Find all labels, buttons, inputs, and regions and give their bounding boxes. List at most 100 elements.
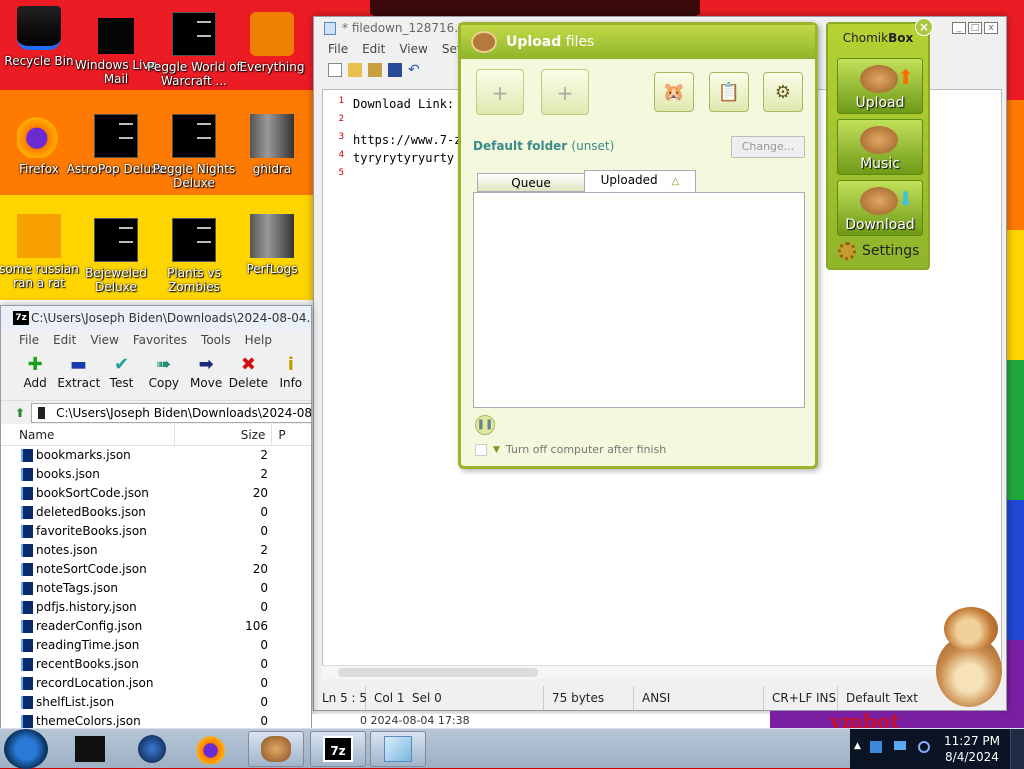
file-size: 0 [260, 676, 268, 690]
toolbar-info-button[interactable]: i Info [271, 350, 311, 400]
menu-edit[interactable]: Edit [362, 39, 385, 59]
taskbar-clock[interactable]: 11:27 PM 8/4/2024 [944, 733, 1000, 765]
close-icon[interactable]: x [984, 22, 998, 34]
add-folder-button[interactable]: + [541, 69, 589, 115]
table-row[interactable]: readingTime.json 0 [1, 636, 311, 655]
chomik-close-icon[interactable]: × [915, 18, 933, 36]
undo-icon[interactable]: ↶ [408, 63, 422, 77]
toolbar-move-button[interactable]: ➡ Move [186, 350, 226, 400]
chomik-music-button[interactable]: Music [837, 119, 923, 175]
taskbar-app-7zip[interactable]: 7z [310, 731, 366, 767]
chomik-settings[interactable]: Settings [838, 242, 919, 260]
show-desktop-button[interactable] [1010, 729, 1024, 769]
maximize-icon[interactable]: □ [968, 22, 982, 34]
pause-button[interactable]: ❚❚ [475, 415, 495, 435]
table-row[interactable]: noteTags.json 0 [1, 579, 311, 598]
network-icon[interactable] [894, 741, 906, 750]
taskbar-app-globe[interactable] [124, 731, 180, 767]
menu-file[interactable]: File [19, 330, 39, 350]
table-row[interactable]: books.json 2 [1, 465, 311, 484]
menu-edit[interactable]: Edit [53, 330, 76, 350]
7zip-titlebar[interactable]: 7z C:\Users\Joseph Biden\Downloads\2024-0… [1, 306, 311, 330]
start-button[interactable] [4, 729, 48, 769]
taskbar-app-chomikbox[interactable] [248, 731, 304, 767]
desktop-icon-label: ghidra [252, 162, 292, 176]
desktop-icon-ghidra[interactable]: ghidra [222, 114, 322, 176]
toolbar-extract-button[interactable]: ▬ Extract [57, 350, 100, 400]
table-row[interactable]: favoriteBooks.json 0 [1, 522, 311, 541]
save-icon[interactable] [388, 63, 402, 77]
7zip-menubar: File Edit View Favorites Tools Help [1, 330, 311, 350]
file-size: 0 [260, 695, 268, 709]
address-field[interactable]: C:\Users\Joseph Biden\Downloads\2024-08-… [31, 402, 311, 423]
table-row[interactable]: readerConfig.json 106 [1, 617, 311, 636]
chomik-upload-button[interactable]: ⬆ Upload [837, 58, 923, 114]
minimize-icon[interactable]: _ [952, 22, 966, 34]
table-row[interactable]: bookmarks.json 2 [1, 446, 311, 465]
game-icon [94, 218, 138, 262]
table-row[interactable]: deletedBooks.json 0 [1, 503, 311, 522]
change-folder-button[interactable]: Change... [731, 136, 805, 158]
hamster-mascot[interactable] [930, 605, 1010, 710]
info-icon: i [287, 354, 294, 375]
table-row[interactable]: shelfList.json 0 [1, 693, 311, 712]
line-number: 2 [338, 114, 344, 124]
find-icon[interactable] [368, 63, 382, 77]
menu-view[interactable]: View [90, 330, 118, 350]
table-row[interactable]: recordLocation.json 0 [1, 674, 311, 693]
tab-queue[interactable]: Queue [477, 173, 585, 192]
up-folder-icon[interactable]: ⬆ [15, 406, 25, 420]
game-icon [94, 114, 138, 158]
menu-tools[interactable]: Tools [201, 330, 231, 350]
table-row[interactable]: noteSortCode.json 20 [1, 560, 311, 579]
toolbar-test-button[interactable]: ✔ Test [101, 350, 141, 400]
table-row[interactable]: notes.json 2 [1, 541, 311, 560]
game-icon [172, 218, 216, 262]
toolbar-delete-button[interactable]: ✖ Delete [228, 350, 268, 400]
hamster-button[interactable]: 🐹 [654, 72, 694, 112]
table-row[interactable]: bookSortCode.json 20 [1, 484, 311, 503]
tray-expand-icon[interactable]: ▲ [854, 741, 866, 753]
menu-file[interactable]: File [328, 39, 348, 59]
tab-uploaded[interactable]: Uploaded △ [584, 170, 696, 192]
uploaded-list[interactable] [473, 192, 805, 408]
chomik-download-button[interactable]: ⬇ Download [837, 180, 923, 236]
add-folder-icon: + [556, 81, 574, 105]
menu-help[interactable]: Help [245, 330, 272, 350]
add-file-icon: + [491, 81, 509, 105]
horizontal-scrollbar[interactable] [322, 665, 1002, 679]
table-row[interactable]: pdfjs.history.json 0 [1, 598, 311, 617]
editor-line: tyryrytyryurty [353, 151, 455, 165]
desktop-icon-everything[interactable]: Everything [222, 12, 322, 74]
settings-button[interactable]: ⚙ [763, 72, 803, 112]
default-folder-value: (unset) [571, 139, 615, 153]
file-size: 2 [260, 543, 268, 557]
column-size[interactable]: Size [174, 424, 271, 445]
open-folder-icon[interactable] [348, 63, 362, 77]
file-name: noteSortCode.json [1, 560, 176, 579]
taskbar-app-notepad[interactable] [370, 731, 426, 767]
test-icon: ✔ [113, 354, 130, 375]
desktop-icon-perflogs[interactable]: PerfLogs [222, 214, 322, 276]
add-file-button[interactable]: + [476, 69, 524, 115]
taskbar-app-firefox[interactable] [184, 731, 240, 767]
column-name[interactable]: Name [1, 424, 174, 445]
toolbar-copy-button[interactable]: ➠ Copy [144, 350, 184, 400]
taskbar-app-terminal[interactable] [62, 731, 118, 767]
table-row[interactable]: recentBooks.json 0 [1, 655, 311, 674]
menu-view[interactable]: View [399, 39, 427, 59]
new-file-icon[interactable] [328, 63, 342, 77]
tray-app-icon[interactable] [870, 741, 882, 753]
toolbar-add-button[interactable]: ✚ Add [15, 350, 55, 400]
menu-favorites[interactable]: Favorites [133, 330, 187, 350]
column-packed[interactable]: P [271, 424, 311, 445]
chomik-music-label: Music [860, 156, 900, 172]
clipboard-button[interactable]: 📋 [709, 72, 749, 112]
folder-icon [250, 214, 294, 258]
search-app-icon [250, 12, 294, 56]
volume-icon[interactable] [918, 741, 930, 753]
status-bytes: 75 bytes [544, 686, 634, 710]
scrollbar-thumb[interactable] [338, 668, 538, 677]
shutdown-checkbox[interactable] [475, 443, 487, 456]
upload-panel-header[interactable]: Upload files [461, 25, 815, 59]
